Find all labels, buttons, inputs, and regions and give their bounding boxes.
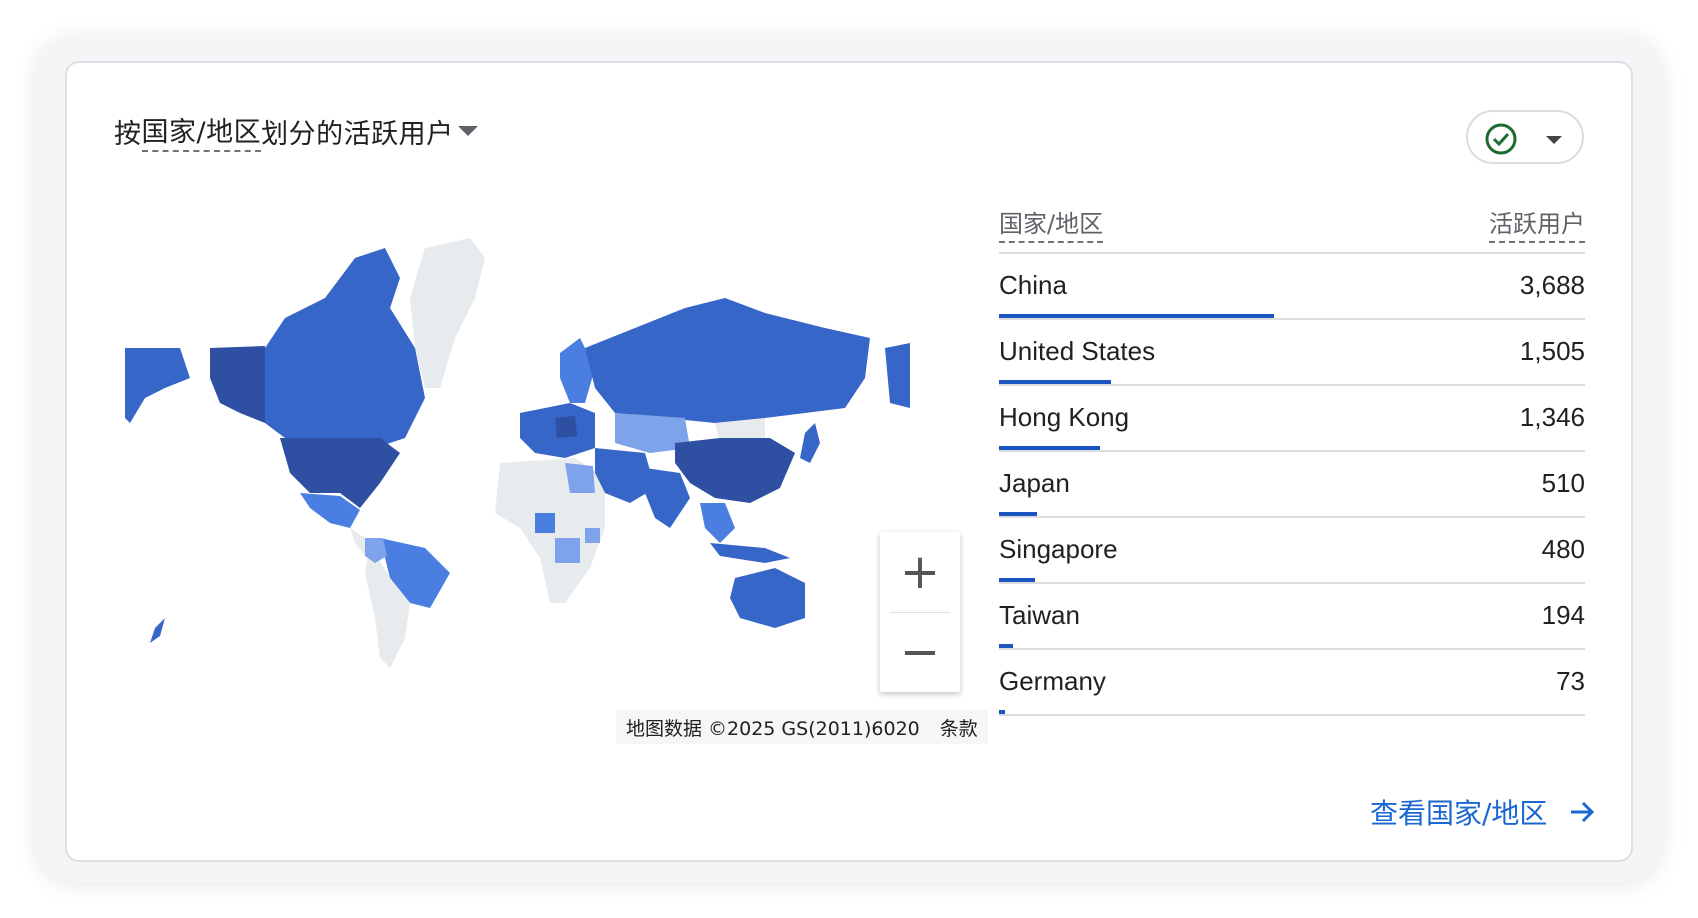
view-countries-label: 查看国家/地区 bbox=[1370, 797, 1548, 830]
active-users-value: 510 bbox=[1541, 468, 1585, 498]
map-region-germany bbox=[555, 416, 577, 438]
map-region-southeast-asia bbox=[700, 503, 735, 543]
proportion-bar bbox=[999, 710, 1005, 714]
map-region-china bbox=[675, 438, 795, 503]
title-dropdown-caret-icon[interactable] bbox=[457, 126, 478, 136]
map-attribution-text: 地图数据 ©2025 GS(2011)6020 bbox=[626, 717, 920, 740]
proportion-bar bbox=[999, 446, 1100, 450]
proportion-bar bbox=[999, 380, 1111, 384]
country-name: Japan bbox=[999, 468, 1070, 498]
map-region-russia bbox=[585, 298, 870, 423]
map-region-nigeria bbox=[535, 513, 555, 533]
table-row[interactable]: United States 1,505 bbox=[999, 320, 1585, 386]
zoom-out-button[interactable]: − bbox=[880, 612, 960, 692]
map-region-egypt bbox=[565, 463, 595, 493]
chevron-down-icon bbox=[1546, 136, 1562, 144]
country-name: Singapore bbox=[999, 534, 1118, 564]
table-row[interactable]: Germany 73 bbox=[999, 650, 1585, 716]
map-zoom-control: + − bbox=[880, 532, 960, 692]
proportion-bar bbox=[999, 578, 1035, 582]
proportion-bar bbox=[999, 512, 1037, 516]
country-name: Germany bbox=[999, 666, 1106, 696]
map-region-greenland bbox=[410, 238, 485, 388]
column-header-active-users[interactable]: 活跃用户 bbox=[1489, 204, 1585, 243]
title-suffix: 划分的活跃用户 bbox=[261, 118, 454, 150]
country-name: Hong Kong bbox=[999, 402, 1130, 432]
country-name: Taiwan bbox=[999, 600, 1080, 630]
map-region-japan bbox=[800, 423, 820, 463]
status-dropdown-button[interactable] bbox=[1466, 110, 1584, 164]
map-region-new-zealand bbox=[150, 618, 165, 643]
zoom-in-button[interactable]: + bbox=[880, 532, 960, 612]
map-region-kenya bbox=[585, 528, 600, 543]
active-users-value: 1,346 bbox=[1519, 402, 1585, 432]
map-region-congo bbox=[555, 538, 580, 563]
map-region-indonesia bbox=[710, 543, 790, 563]
proportion-bar bbox=[999, 314, 1274, 318]
world-map[interactable] bbox=[125, 238, 980, 723]
map-region-alaska bbox=[210, 346, 265, 423]
active-users-value: 1,505 bbox=[1519, 336, 1585, 366]
active-users-value: 480 bbox=[1541, 534, 1585, 564]
check-circle-icon bbox=[1485, 123, 1517, 155]
title-prefix: 按 bbox=[114, 118, 142, 150]
map-attribution-bar: 地图数据 ©2025 GS(2011)6020 条款 bbox=[616, 710, 988, 744]
table-header: 国家/地区 活跃用户 bbox=[999, 200, 1585, 254]
table-row[interactable]: Taiwan 194 bbox=[999, 584, 1585, 650]
arrow-right-icon bbox=[1571, 801, 1595, 823]
view-countries-link[interactable]: 查看国家/地区 bbox=[1370, 792, 1597, 832]
map-region-australia bbox=[730, 568, 805, 628]
active-users-value: 73 bbox=[1556, 666, 1585, 696]
country-name: China bbox=[999, 270, 1067, 300]
map-terms-link[interactable]: 条款 bbox=[930, 714, 988, 741]
card-title: 按 国家/地区 划分的活跃用户 bbox=[114, 110, 478, 152]
active-users-value: 3,688 bbox=[1519, 270, 1585, 300]
map-region-russia-east-edge bbox=[885, 343, 910, 408]
column-header-country[interactable]: 国家/地区 bbox=[999, 204, 1104, 243]
map-region-canada bbox=[265, 248, 425, 448]
proportion-bar bbox=[999, 644, 1013, 648]
country-table: 国家/地区 活跃用户 China 3,688 United States 1,505 H… bbox=[999, 200, 1585, 716]
map-region-russia-west-edge bbox=[125, 348, 190, 423]
table-row[interactable]: Hong Kong 1,346 bbox=[999, 386, 1585, 452]
map-region-india bbox=[645, 468, 690, 528]
table-row[interactable]: Japan 510 bbox=[999, 452, 1585, 518]
table-row[interactable]: China 3,688 bbox=[999, 254, 1585, 320]
active-users-value: 194 bbox=[1541, 600, 1585, 630]
country-name: United States bbox=[999, 336, 1156, 366]
table-row[interactable]: Singapore 480 bbox=[999, 518, 1585, 584]
title-dimension-selector[interactable]: 国家/地区 bbox=[141, 110, 262, 152]
